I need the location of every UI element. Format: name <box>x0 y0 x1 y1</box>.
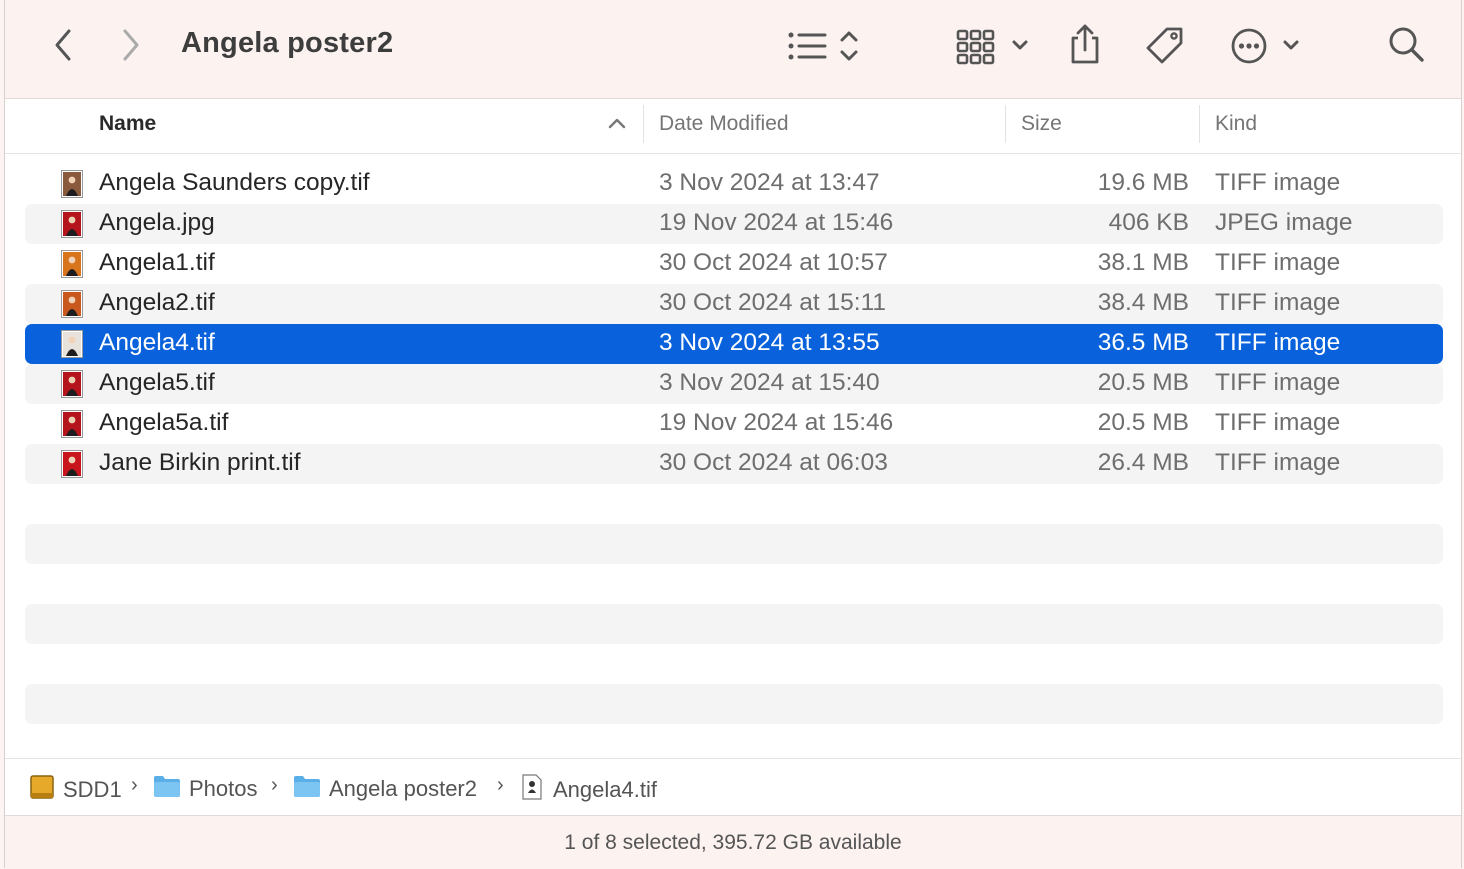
column-divider[interactable] <box>1005 105 1006 143</box>
file-name: Angela4.tif <box>99 329 215 356</box>
file-size: 406 KB <box>1108 209 1189 236</box>
file-size: 36.5 MB <box>1097 329 1189 356</box>
sort-ascending-icon[interactable] <box>607 116 627 135</box>
path-bar: SDD1 › Photos › Angela poster2 › Angela4… <box>5 758 1461 816</box>
toolbar: Angela poster2 <box>5 0 1461 99</box>
status-text: 1 of 8 selected, 395.72 GB available <box>564 830 902 854</box>
file-size: 38.1 MB <box>1097 249 1189 276</box>
file-date-modified: 3 Nov 2024 at 13:55 <box>659 329 880 356</box>
file-size: 19.6 MB <box>1097 169 1189 196</box>
status-bar: 1 of 8 selected, 395.72 GB available <box>5 815 1461 869</box>
file-name: Jane Birkin print.tif <box>99 449 301 476</box>
list-view-icon[interactable] <box>785 26 865 66</box>
empty-row <box>25 524 1443 564</box>
file-name: Angela.jpg <box>99 209 215 236</box>
image-thumbnail-icon <box>61 410 83 438</box>
file-row[interactable]: Angela5.tif 3 Nov 2024 at 15:40 20.5 MB TIF… <box>25 364 1443 404</box>
path-item-label: SDD1 <box>63 777 122 802</box>
file-date-modified: 30 Oct 2024 at 10:57 <box>659 249 888 276</box>
file-size: 38.4 MB <box>1097 289 1189 316</box>
file-kind: TIFF image <box>1215 409 1341 436</box>
file-kind: TIFF image <box>1215 289 1341 316</box>
file-size: 20.5 MB <box>1097 369 1189 396</box>
image-thumbnail-icon <box>61 210 83 238</box>
image-thumbnail-icon <box>61 250 83 278</box>
path-item-photos[interactable]: Photos <box>153 774 258 804</box>
forward-icon[interactable] <box>113 26 149 64</box>
file-row[interactable]: Angela.jpg 19 Nov 2024 at 15:46 406 KB JPEG… <box>25 204 1443 244</box>
file-kind: TIFF image <box>1215 169 1341 196</box>
image-thumbnail-icon <box>61 290 83 318</box>
file-size: 26.4 MB <box>1097 449 1189 476</box>
path-item-sdd1[interactable]: SDD1 <box>29 774 122 806</box>
path-item-label: Angela4.tif <box>553 777 657 802</box>
folder-icon <box>153 774 181 804</box>
path-separator-icon: › <box>271 774 278 796</box>
file-row[interactable]: Angela4.tif 3 Nov 2024 at 13:55 36.5 MB TIF… <box>25 324 1443 364</box>
file-kind: TIFF image <box>1215 249 1341 276</box>
file-date-modified: 30 Oct 2024 at 15:11 <box>659 289 887 316</box>
image-thumbnail-icon <box>61 330 83 358</box>
file-date-modified: 3 Nov 2024 at 15:40 <box>659 369 880 396</box>
back-icon[interactable] <box>45 26 81 64</box>
path-item-angela-poster2[interactable]: Angela poster2 <box>293 774 477 804</box>
file-row[interactable]: Angela1.tif 30 Oct 2024 at 10:57 38.1 MB TI… <box>25 244 1443 284</box>
column-divider[interactable] <box>1199 105 1200 143</box>
file-date-modified: 30 Oct 2024 at 06:03 <box>659 449 888 476</box>
file-kind: TIFF image <box>1215 329 1341 356</box>
file-list: Angela Saunders copy.tif 3 Nov 2024 at 13… <box>25 164 1443 724</box>
more-icon[interactable] <box>1229 25 1305 67</box>
file-kind: JPEG image <box>1215 209 1353 236</box>
path-item-angela4[interactable]: Angela4.tif <box>521 774 657 806</box>
file-row[interactable]: Angela5a.tif 19 Nov 2024 at 15:46 20.5 MB T… <box>25 404 1443 444</box>
file-size: 20.5 MB <box>1097 409 1189 436</box>
image-thumbnail-icon <box>61 370 83 398</box>
file-name: Angela5a.tif <box>99 409 229 436</box>
path-item-label: Angela poster2 <box>329 776 477 801</box>
finder-window: Angela poster2 Name Date Modified Size K… <box>4 0 1462 869</box>
image-thumbnail-icon <box>61 450 83 478</box>
search-icon[interactable] <box>1387 25 1427 65</box>
file-name: Angela Saunders copy.tif <box>99 169 370 196</box>
path-separator-icon: › <box>497 774 504 796</box>
window-title: Angela poster2 <box>181 27 394 59</box>
file-name: Angela1.tif <box>99 249 215 276</box>
grid-view-icon[interactable] <box>953 26 1033 66</box>
file-row[interactable]: Jane Birkin print.tif 30 Oct 2024 at 06:0… <box>25 444 1443 484</box>
file-date-modified: 19 Nov 2024 at 15:46 <box>659 409 894 436</box>
column-date-modified[interactable]: Date Modified <box>659 112 789 136</box>
tiff-file-icon <box>521 774 543 806</box>
tag-icon[interactable] <box>1143 24 1187 68</box>
file-row[interactable]: Angela Saunders copy.tif 3 Nov 2024 at 13… <box>25 164 1443 204</box>
file-kind: TIFF image <box>1215 449 1341 476</box>
file-name: Angela5.tif <box>99 369 215 396</box>
image-thumbnail-icon <box>61 170 83 198</box>
column-kind[interactable]: Kind <box>1215 112 1257 136</box>
file-date-modified: 19 Nov 2024 at 15:46 <box>659 209 894 236</box>
folder-icon <box>293 774 321 804</box>
empty-row <box>25 684 1443 724</box>
file-row[interactable]: Angela2.tif 30 Oct 2024 at 15:11 38.4 MB TI… <box>25 284 1443 324</box>
empty-row <box>25 604 1443 644</box>
file-kind: TIFF image <box>1215 369 1341 396</box>
column-name[interactable]: Name <box>99 112 156 136</box>
file-name: Angela2.tif <box>99 289 215 316</box>
drive-icon <box>29 774 55 806</box>
column-size[interactable]: Size <box>1021 112 1062 136</box>
path-item-label: Photos <box>189 776 258 801</box>
column-divider[interactable] <box>643 105 644 143</box>
path-separator-icon: › <box>131 774 138 796</box>
column-header: Name Date Modified Size Kind <box>5 99 1461 154</box>
share-icon[interactable] <box>1065 22 1105 68</box>
file-date-modified: 3 Nov 2024 at 13:47 <box>659 169 880 196</box>
